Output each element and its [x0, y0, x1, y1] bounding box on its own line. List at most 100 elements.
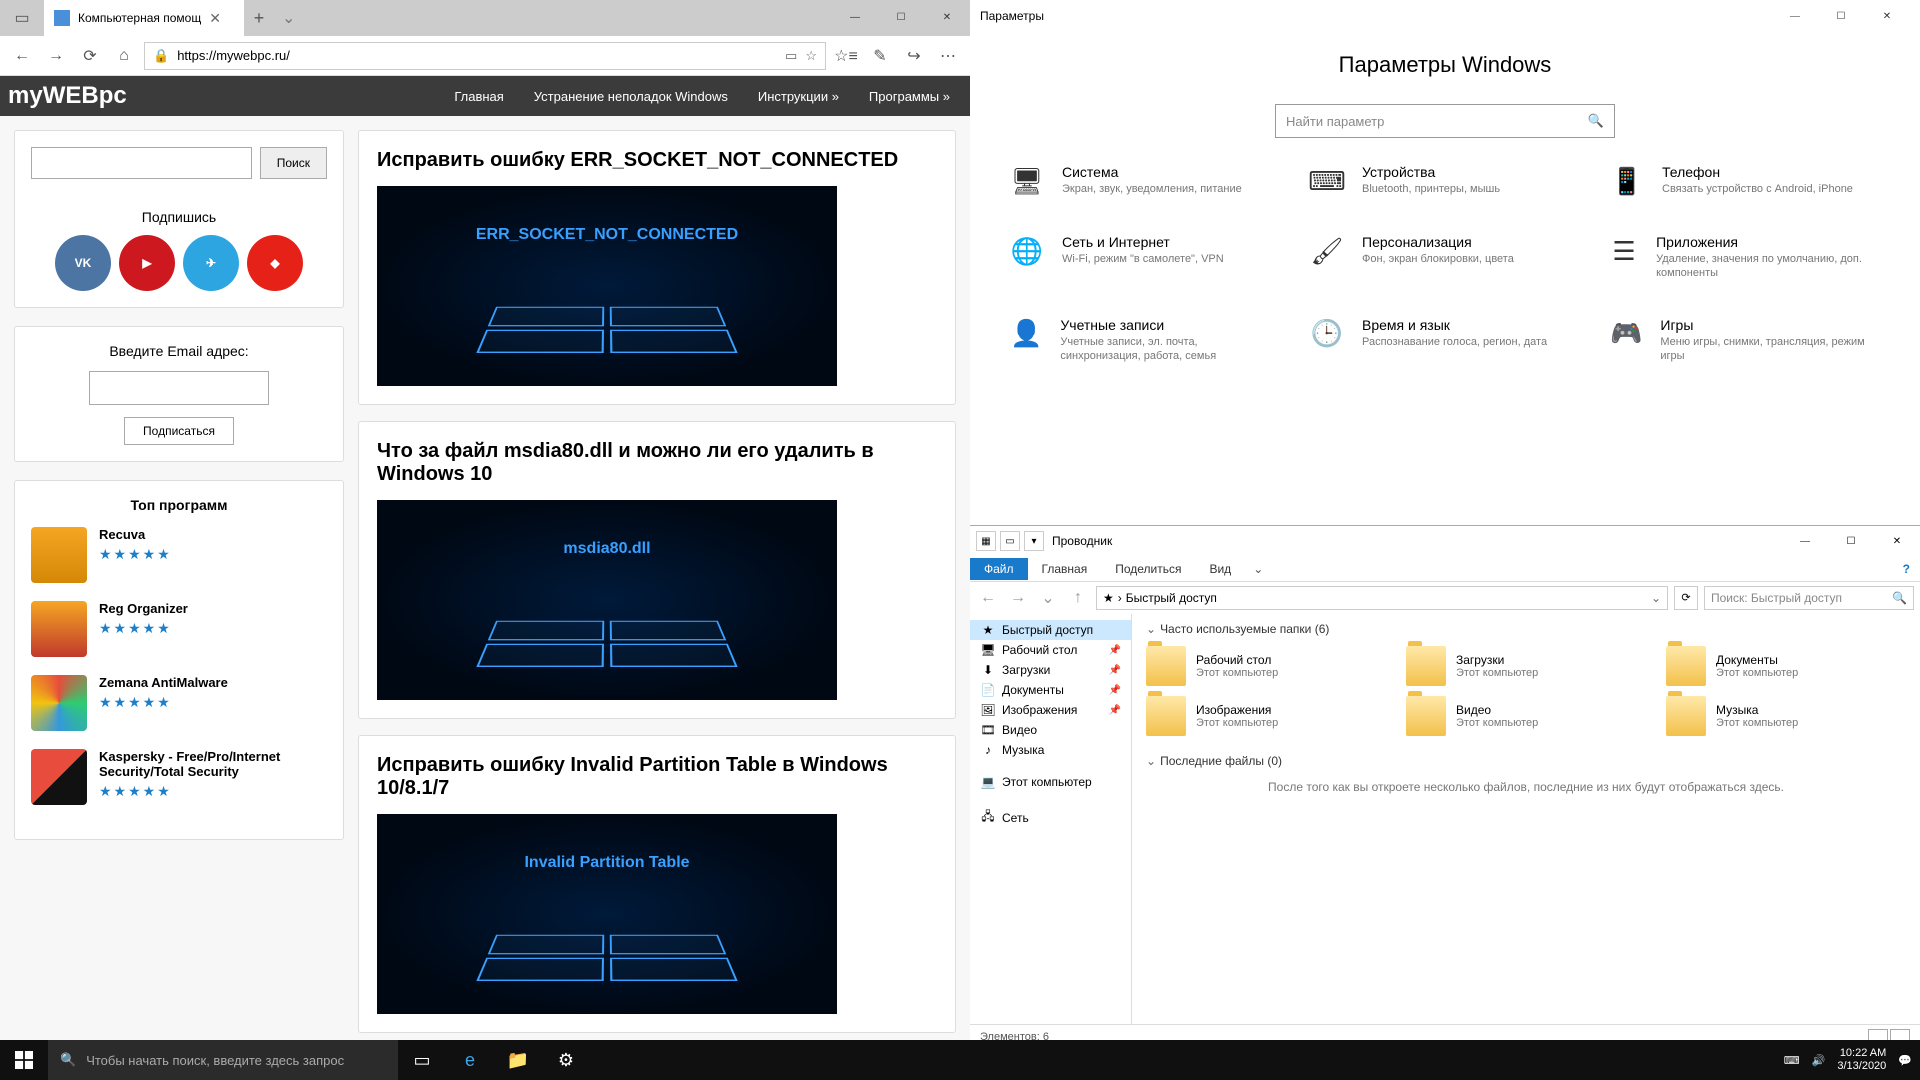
- nav-troubleshoot[interactable]: Устранение неполадок Windows: [534, 89, 728, 104]
- favorite-star-icon[interactable]: ☆: [805, 48, 817, 64]
- maximize-button[interactable]: ☐: [1828, 536, 1874, 547]
- home-button[interactable]: ⌂: [110, 42, 138, 70]
- email-input[interactable]: [89, 371, 269, 405]
- tray-volume-icon[interactable]: 🔊: [1812, 1054, 1826, 1067]
- new-tab-button[interactable]: +: [244, 8, 274, 29]
- section-recent[interactable]: ⌄Последние файлы (0): [1146, 754, 1906, 768]
- nav-pictures[interactable]: 🖼Изображения📌: [970, 700, 1131, 720]
- taskbar-settings-icon[interactable]: ⚙: [542, 1040, 590, 1080]
- share-icon[interactable]: ↪: [900, 42, 928, 70]
- post-thumbnail[interactable]: msdia80.dll: [377, 500, 837, 700]
- url-input[interactable]: [177, 48, 777, 63]
- site-logo[interactable]: myWEBpc: [0, 82, 127, 110]
- ribbon-share[interactable]: Поделиться: [1101, 558, 1195, 580]
- refresh-button[interactable]: ⟳: [1674, 586, 1698, 610]
- back-button[interactable]: ←: [8, 42, 36, 70]
- favorites-icon[interactable]: ☆≡: [832, 42, 860, 70]
- close-button[interactable]: ✕: [924, 0, 970, 36]
- nav-videos[interactable]: 🎞Видео: [970, 720, 1131, 740]
- nav-this-pc[interactable]: 💻Этот компьютер: [970, 772, 1131, 792]
- notes-icon[interactable]: ✎: [866, 42, 894, 70]
- program-item[interactable]: Recuva★★★★★: [31, 527, 327, 583]
- close-button[interactable]: ✕: [1874, 536, 1920, 547]
- reading-view-icon[interactable]: ▭: [785, 48, 797, 64]
- browser-tab[interactable]: Компьютерная помощ ✕: [44, 0, 244, 36]
- folder-pictures[interactable]: ИзображенияЭтот компьютер: [1146, 696, 1386, 736]
- site-search-input[interactable]: [31, 147, 252, 179]
- settings-item-personalization[interactable]: 🖌ПерсонализацияФон, экран блокировки, цв…: [1310, 234, 1580, 281]
- program-item[interactable]: Reg Organizer★★★★★: [31, 601, 327, 657]
- tray-keyboard-icon[interactable]: ⌨: [1784, 1054, 1800, 1067]
- ribbon-view[interactable]: Вид: [1195, 558, 1245, 580]
- nav-programs[interactable]: Программы »: [869, 89, 950, 104]
- tab-actions-icon[interactable]: ▭: [0, 0, 44, 36]
- task-view-button[interactable]: ▭: [398, 1040, 446, 1080]
- nav-music[interactable]: ♪Музыка: [970, 740, 1131, 760]
- settings-item-devices[interactable]: ⌨УстройстваBluetooth, принтеры, мышь: [1310, 164, 1580, 198]
- telegram-icon[interactable]: ✈: [183, 235, 239, 291]
- post-title[interactable]: Исправить ошибку ERR_SOCKET_NOT_CONNECTE…: [377, 149, 937, 172]
- explorer-search[interactable]: Поиск: Быстрый доступ🔍: [1704, 586, 1914, 610]
- nav-home[interactable]: Главная: [454, 89, 503, 104]
- back-button[interactable]: ←: [976, 589, 1000, 607]
- zen-icon[interactable]: ◆: [247, 235, 303, 291]
- settings-item-system[interactable]: 🖥СистемаЭкран, звук, уведомления, питани…: [1010, 164, 1280, 198]
- clock[interactable]: 10:22 AM 3/13/2020: [1837, 1047, 1886, 1073]
- subscribe-button[interactable]: Подписаться: [124, 417, 234, 445]
- properties-icon[interactable]: ▦: [976, 531, 996, 551]
- start-button[interactable]: [0, 1040, 48, 1080]
- nav-network[interactable]: 🖧Сеть: [970, 804, 1131, 831]
- chevron-down-icon[interactable]: ⌄: [1651, 591, 1661, 605]
- folder-documents[interactable]: ДокументыЭтот компьютер: [1666, 646, 1906, 686]
- more-icon[interactable]: ⋯: [934, 42, 962, 70]
- nav-instructions[interactable]: Инструкции »: [758, 89, 839, 104]
- taskbar-explorer-icon[interactable]: 📁: [494, 1040, 542, 1080]
- recent-chevron-icon[interactable]: ⌄: [1036, 588, 1060, 608]
- help-icon[interactable]: ?: [1893, 558, 1920, 580]
- qat-icon[interactable]: ▭: [1000, 531, 1020, 551]
- post-title[interactable]: Что за файл msdia80.dll и можно ли его у…: [377, 440, 937, 486]
- ribbon-collapse-icon[interactable]: ⌄: [1245, 558, 1271, 580]
- vk-icon[interactable]: VK: [55, 235, 111, 291]
- minimize-button[interactable]: —: [832, 0, 878, 36]
- breadcrumb[interactable]: ★ › Быстрый доступ⌄: [1096, 586, 1668, 610]
- folder-desktop[interactable]: Рабочий столЭтот компьютер: [1146, 646, 1386, 686]
- tabs-chevron-icon[interactable]: ⌄: [282, 8, 295, 28]
- ribbon-file[interactable]: Файл: [970, 558, 1028, 580]
- post-thumbnail[interactable]: ERR_SOCKET_NOT_CONNECTED: [377, 186, 837, 386]
- close-button[interactable]: ✕: [1864, 11, 1910, 22]
- taskbar-edge-icon[interactable]: e: [446, 1040, 494, 1080]
- maximize-button[interactable]: ☐: [1818, 11, 1864, 22]
- action-center-icon[interactable]: 💬: [1898, 1054, 1912, 1067]
- post-title[interactable]: Исправить ошибку Invalid Partition Table…: [377, 754, 937, 800]
- minimize-button[interactable]: —: [1772, 11, 1818, 22]
- close-tab-icon[interactable]: ✕: [209, 10, 221, 27]
- youtube-icon[interactable]: ▶: [119, 235, 175, 291]
- up-button[interactable]: ↑: [1066, 589, 1090, 607]
- folder-music[interactable]: МузыкаЭтот компьютер: [1666, 696, 1906, 736]
- ribbon-home[interactable]: Главная: [1028, 558, 1102, 580]
- maximize-button[interactable]: ☐: [878, 0, 924, 36]
- settings-item-network[interactable]: 🌐Сеть и ИнтернетWi-Fi, режим "в самолете…: [1010, 234, 1280, 281]
- folder-downloads[interactable]: ЗагрузкиЭтот компьютер: [1406, 646, 1646, 686]
- nav-downloads[interactable]: ⬇Загрузки📌: [970, 660, 1131, 680]
- site-search-button[interactable]: Поиск: [260, 147, 327, 179]
- qat-chevron-icon[interactable]: ▾: [1024, 531, 1044, 551]
- program-item[interactable]: Zemana AntiMalware★★★★★: [31, 675, 327, 731]
- refresh-button[interactable]: ⟳: [76, 42, 104, 70]
- nav-quick-access[interactable]: ★Быстрый доступ: [970, 620, 1131, 640]
- settings-item-accounts[interactable]: 👤Учетные записиУчетные записи, эл. почта…: [1010, 317, 1280, 364]
- forward-button[interactable]: →: [42, 42, 70, 70]
- section-frequent[interactable]: ⌄Часто используемые папки (6): [1146, 622, 1906, 636]
- minimize-button[interactable]: —: [1782, 536, 1828, 547]
- address-bar[interactable]: 🔒 ▭ ☆: [144, 42, 826, 70]
- nav-documents[interactable]: 📄Документы📌: [970, 680, 1131, 700]
- forward-button[interactable]: →: [1006, 589, 1030, 607]
- taskbar-search[interactable]: 🔍 Чтобы начать поиск, введите здесь запр…: [48, 1040, 398, 1080]
- post-thumbnail[interactable]: Invalid Partition Table: [377, 814, 837, 1014]
- settings-item-phone[interactable]: 📱ТелефонСвязать устройство с Android, iP…: [1610, 164, 1880, 198]
- program-item[interactable]: Kaspersky - Free/Pro/Internet Security/T…: [31, 749, 327, 805]
- nav-desktop[interactable]: 🖥Рабочий стол📌: [970, 640, 1131, 660]
- folder-videos[interactable]: ВидеоЭтот компьютер: [1406, 696, 1646, 736]
- settings-search[interactable]: Найти параметр 🔍: [1275, 104, 1615, 138]
